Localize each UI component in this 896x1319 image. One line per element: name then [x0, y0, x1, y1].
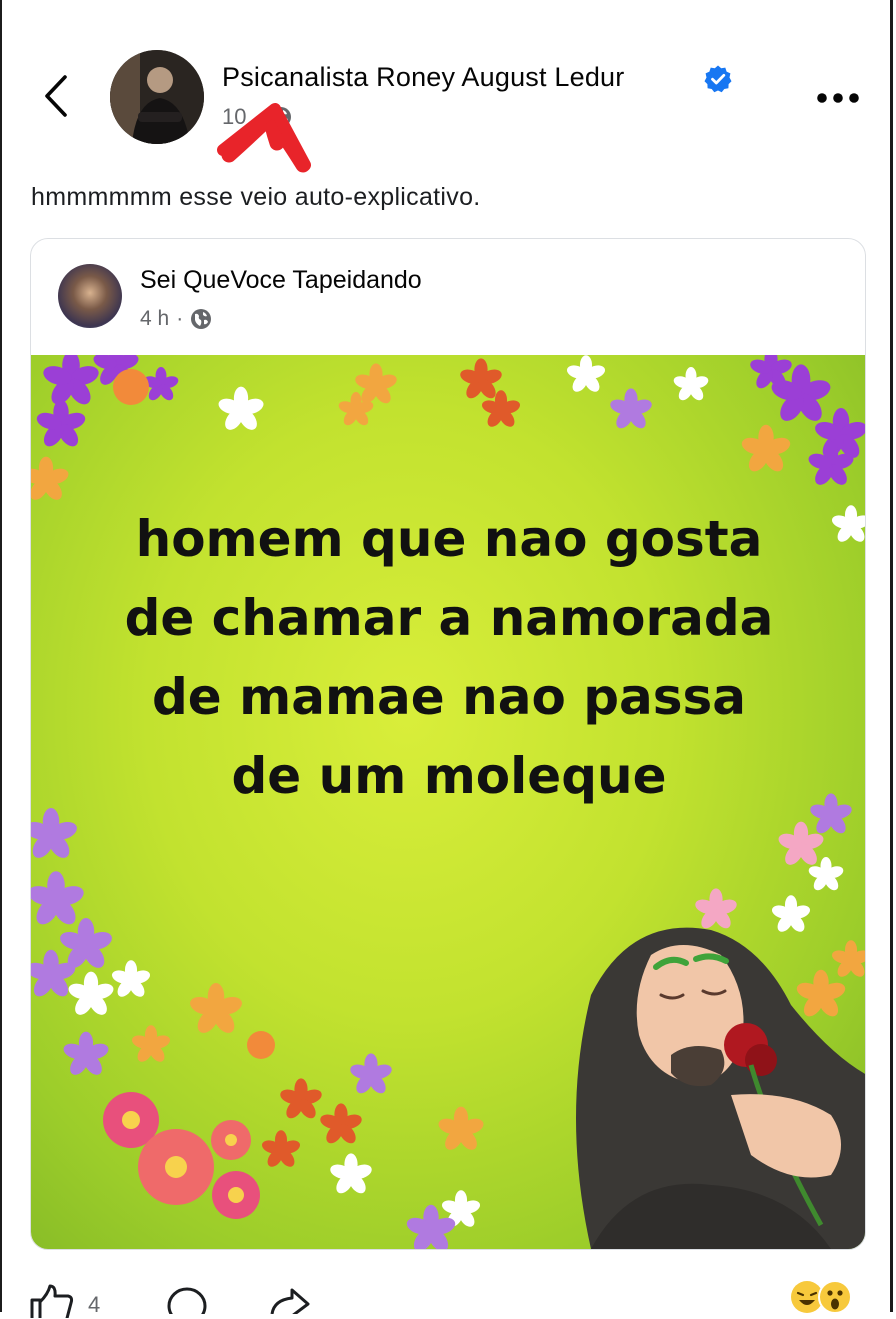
globe-icon [191, 309, 212, 329]
more-horizontal-icon [817, 93, 859, 103]
back-button[interactable] [36, 72, 76, 120]
shared-post-card[interactable]: Sei QueVoce Tapeidando 4 h · homem que n… [30, 238, 866, 1250]
meme-image[interactable]: homem que nao gosta de chamar a namorada… [31, 355, 865, 1249]
share-icon [270, 1288, 310, 1318]
meme-line: de um moleque [231, 747, 667, 805]
person-photo-icon [110, 50, 204, 144]
meta-separator: · [176, 307, 184, 330]
comment-icon [167, 1287, 207, 1319]
share-button[interactable] [268, 1280, 314, 1319]
author-name[interactable]: Psicanalista Roney August Ledur [222, 62, 624, 93]
like-count: 4 [88, 1292, 101, 1317]
action-bar: 4 [0, 1270, 896, 1319]
shared-post-meta: 4 h · [140, 307, 212, 331]
more-options-button[interactable] [812, 80, 864, 116]
shared-post-timestamp[interactable]: 4 h [140, 307, 169, 331]
meme-line: homem que nao gosta [135, 510, 763, 568]
shared-author-avatar[interactable] [58, 264, 122, 328]
shared-author-name[interactable]: Sei QueVoce Tapeidando [140, 266, 422, 295]
red-arrow-annotation [217, 103, 311, 173]
like-button[interactable]: 4 [28, 1282, 100, 1318]
reaction-summary[interactable] [790, 1280, 852, 1314]
author-avatar[interactable] [110, 50, 204, 144]
thumbs-up-icon [30, 1284, 74, 1318]
meme-line: de chamar a namorada [124, 589, 774, 647]
post-caption: hmmmmmm esse veio auto-explicativo. [31, 183, 481, 211]
verified-badge-icon [704, 65, 732, 93]
chevron-left-icon [45, 75, 67, 117]
meme-text: homem que nao gosta de chamar a namorada… [31, 500, 865, 816]
meme-line: de mamae nao passa [152, 668, 746, 726]
comment-button[interactable] [165, 1280, 209, 1319]
wow-emoji-icon [818, 1280, 852, 1314]
